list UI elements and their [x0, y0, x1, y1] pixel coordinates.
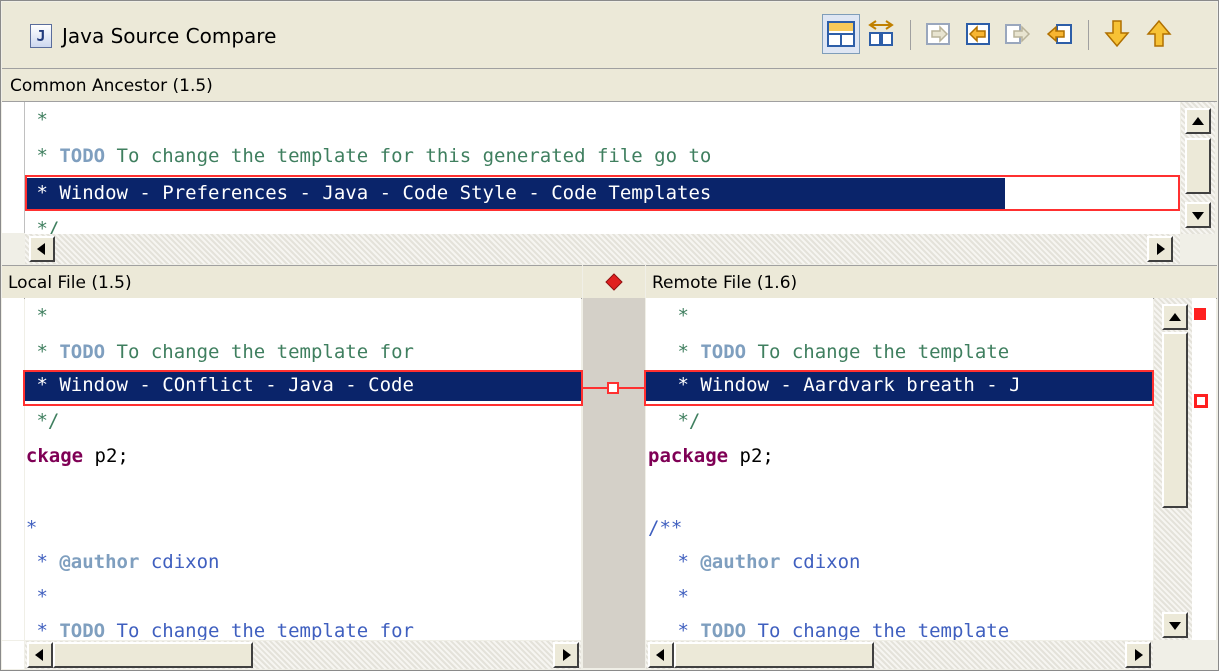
- remote-pane-header: Remote File (1.6): [646, 265, 1217, 299]
- arrow-left-icon: [35, 649, 43, 661]
- scroll-left-button[interactable]: [27, 642, 53, 668]
- overview-ruler[interactable]: [1192, 298, 1216, 640]
- toolbar-separator: [1088, 20, 1089, 50]
- compare-header: J Java Source Compare: [2, 2, 1217, 69]
- ancestor-vertical-scrollbar[interactable]: [1181, 102, 1215, 234]
- code-line: package p2;: [25, 445, 129, 467]
- arrow-right-icon: [1135, 649, 1143, 661]
- code-line: *: [25, 109, 48, 131]
- scroll-down-button[interactable]: [1162, 612, 1188, 638]
- code-line: * TODO To change the template: [666, 341, 1010, 363]
- copy-change-left-icon: [1046, 24, 1072, 44]
- code-line: *: [666, 305, 689, 327]
- code-line: * TODO To change the template for this g…: [25, 145, 712, 167]
- arrow-left-icon: [37, 243, 45, 255]
- scroll-down-button[interactable]: [1185, 202, 1211, 228]
- copy-current-change-right-button[interactable]: [1040, 14, 1078, 54]
- conflict-diamond-icon: [605, 273, 623, 291]
- code-line: *: [666, 586, 689, 608]
- local-pane-header: Local File (1.5): [2, 265, 582, 299]
- code-line: * TODO To change the template: [666, 620, 1010, 640]
- ignore-whitespace-icon: [868, 20, 894, 46]
- local-gutter: [2, 298, 24, 640]
- merge-center-column: [583, 298, 645, 668]
- ancestor-pane-icon: [827, 21, 855, 47]
- code-line: * TODO To change the template for: [25, 620, 414, 640]
- remote-horizontal-scrollbar[interactable]: [646, 641, 1153, 669]
- local-code-view[interactable]: * * TODO To change the template for * Wi…: [25, 298, 581, 640]
- copy-all-left-icon: [1005, 24, 1031, 44]
- scroll-left-button[interactable]: [648, 642, 674, 668]
- arrow-down-icon: [1192, 212, 1204, 220]
- arrow-right-icon: [1157, 243, 1165, 255]
- scroll-up-button[interactable]: [1162, 304, 1188, 330]
- remote-code-view[interactable]: * * TODO To change the template * Window…: [646, 298, 1153, 640]
- ancestor-gutter: [2, 102, 25, 233]
- scroll-thumb[interactable]: [1185, 138, 1211, 194]
- remote-pane-label: Remote File (1.6): [652, 273, 798, 293]
- scroll-right-button[interactable]: [1147, 236, 1173, 262]
- arrow-left-icon: [656, 649, 664, 661]
- code-line: * TODO To change the template for: [25, 341, 414, 363]
- code-line: /**: [648, 517, 683, 539]
- copy-all-left-to-right-button[interactable]: [920, 14, 958, 54]
- ignore-whitespace-button[interactable]: [862, 14, 900, 54]
- editor-title: Java Source Compare: [62, 24, 277, 48]
- ancestor-pane-header: Common Ancestor (1.5): [2, 69, 1217, 102]
- ancestor-code-view[interactable]: * * TODO To change the template for this…: [25, 102, 1180, 234]
- remote-conflict-highlight: [644, 370, 1154, 406]
- next-difference-button[interactable]: [1098, 14, 1136, 54]
- code-line: * @author cdixon: [25, 551, 220, 573]
- local-pane-label: Local File (1.5): [8, 273, 132, 293]
- scroll-right-button[interactable]: [553, 642, 579, 668]
- current-conflict-overview-marker[interactable]: [1194, 394, 1208, 408]
- arrow-up-icon: [1146, 19, 1172, 47]
- previous-difference-button[interactable]: [1140, 14, 1178, 54]
- scroll-right-button[interactable]: [1125, 642, 1151, 668]
- show-ancestor-pane-button[interactable]: [822, 14, 860, 54]
- scroll-thumb[interactable]: [53, 642, 253, 668]
- code-line: /**: [25, 517, 38, 539]
- scroll-up-button[interactable]: [1185, 108, 1211, 134]
- scroll-thumb[interactable]: [674, 642, 874, 668]
- copy-all-right-to-left-button[interactable]: [1000, 14, 1038, 54]
- toolbar-separator: [910, 20, 911, 50]
- local-conflict-highlight: [23, 370, 583, 406]
- code-line: * @author cdixon: [666, 551, 861, 573]
- scroll-left-button[interactable]: [29, 236, 55, 262]
- local-horizontal-scrollbar[interactable]: [25, 641, 581, 669]
- conflict-overview-marker[interactable]: [1194, 308, 1206, 320]
- remote-vertical-scrollbar[interactable]: [1154, 298, 1192, 640]
- arrow-up-icon: [1192, 117, 1204, 125]
- copy-change-right-icon: [966, 23, 990, 45]
- code-line: */: [666, 410, 701, 432]
- code-line: *: [25, 586, 48, 608]
- code-line: package p2;: [648, 445, 774, 467]
- arrow-down-icon: [1104, 20, 1130, 48]
- copy-all-right-icon: [926, 23, 950, 45]
- ancestor-horizontal-scrollbar[interactable]: [25, 234, 1180, 264]
- local-gutter-bottom: [2, 641, 24, 669]
- arrow-up-icon: [1169, 313, 1181, 321]
- java-file-icon: J: [30, 24, 52, 48]
- ancestor-pane-label: Common Ancestor (1.5): [10, 76, 213, 96]
- conflict-connector: [583, 382, 645, 394]
- code-line: *: [25, 305, 48, 327]
- arrow-down-icon: [1169, 622, 1181, 630]
- scroll-thumb[interactable]: [1162, 332, 1188, 508]
- merge-center-header: [583, 265, 645, 299]
- code-line: */: [25, 218, 60, 234]
- ancestor-conflict-highlight: [25, 175, 1180, 211]
- copy-current-change-left-button[interactable]: [960, 14, 998, 54]
- arrow-right-icon: [563, 649, 571, 661]
- code-line: */: [25, 410, 60, 432]
- compare-editor-window: J Java Source Compare Common Ancestor (1…: [0, 0, 1219, 671]
